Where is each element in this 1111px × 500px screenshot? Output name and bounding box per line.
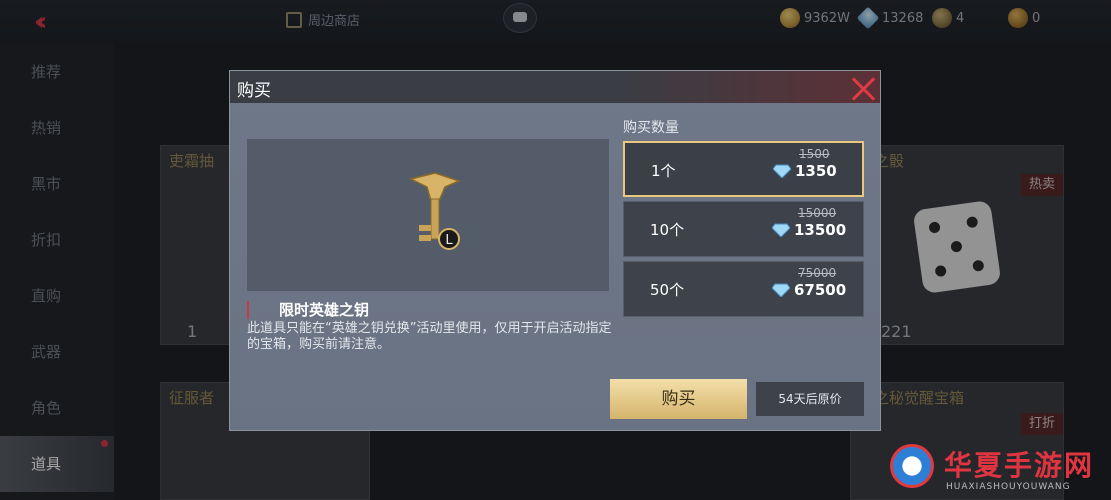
dialog-title: 购买 [237,81,271,101]
site-watermark: 华夏手游网 HUAXIASHOUYOUWANG [890,440,1105,498]
key-icon: L [408,172,462,250]
watermark-text: 华夏手游网 [944,449,1095,482]
original-price: 15000 [798,206,837,220]
svg-text:L: L [445,233,453,248]
original-price-countdown: 54天后原价 [756,382,864,416]
diamond-icon [773,164,791,178]
discounted-price: 1350 [795,162,837,180]
quantity-label: 购买数量 [623,120,679,136]
quantity-option-1[interactable]: 1个 1500 1350 [623,141,864,197]
quantity-count: 50个 [650,281,685,299]
quantity-count: 1个 [651,162,676,180]
quantity-option-50[interactable]: 50个 75000 67500 [623,261,864,317]
item-name: 限时英雄之钥 [279,301,370,319]
purchase-dialog: 购买 L 限时英雄之钥 此道具只能在“英雄之钥兑换”活动里使用，仅用于开启活动指… [229,70,881,431]
item-description: 此道具只能在“英雄之钥兑换”活动里使用，仅用于开启活动指定的宝箱，购买前请注意。 [247,321,612,352]
quantity-count: 10个 [650,221,685,239]
name-accent-bar [247,300,249,319]
quantity-option-10[interactable]: 10个 15000 13500 [623,201,864,257]
watermark-logo-icon [890,444,934,488]
watermark-subtext: HUAXIASHOUYOUWANG [946,482,1071,492]
discounted-price: 13500 [794,221,847,239]
buy-button[interactable]: 购买 [610,379,747,419]
diamond-icon [772,283,790,297]
dialog-header: 购买 [230,71,880,103]
item-name-row: 限时英雄之钥 [247,299,369,320]
item-preview: L [247,139,609,291]
close-icon[interactable] [848,73,878,103]
original-price: 75000 [798,266,837,280]
discounted-price: 67500 [794,281,847,299]
original-price: 1500 [799,147,830,161]
diamond-icon [772,223,790,237]
